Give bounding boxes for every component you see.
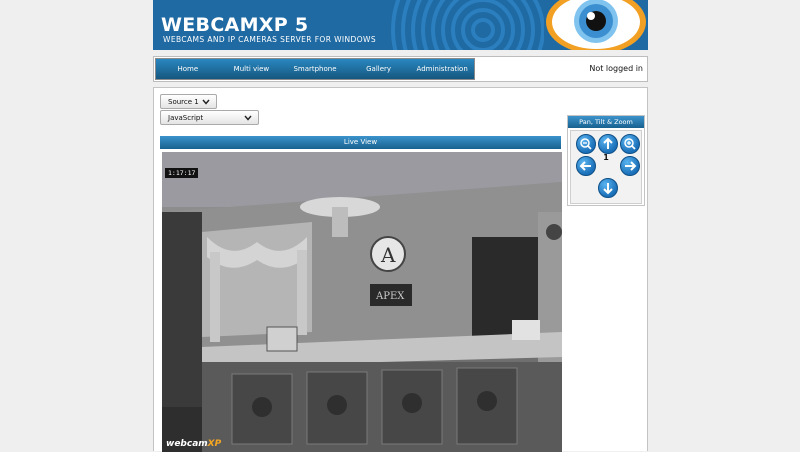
arrow-down-icon[interactable] [598,178,618,198]
page: WEBCAMXP 5 WEBCAMS AND IP CAMERAS SERVER… [153,0,648,452]
header-banner: WEBCAMXP 5 WEBCAMS AND IP CAMERAS SERVER… [153,0,648,50]
source-select-value: Source 1 [168,98,199,106]
ptz-controls: 1 [570,130,642,204]
arrow-right-icon[interactable] [620,156,640,176]
chevron-down-icon [244,112,252,129]
source-select[interactable]: Source 1 [160,94,217,109]
camera-timestamp: 1:17:17 [165,168,199,178]
camera-image: A APEX [162,152,562,452]
zoom-in-icon[interactable] [620,134,640,154]
nav-container: Home Multi view Smartphone Gallery Admin… [153,56,648,82]
watermark-xp: XP [207,439,222,449]
watermark-text: webcam [166,439,208,449]
arrow-left-icon[interactable] [576,156,596,176]
live-view-header: Live View [160,136,561,149]
view-mode-select[interactable]: JavaScript [160,110,259,125]
nav-administration[interactable]: Administration [410,59,474,79]
zoom-out-icon[interactable] [576,134,596,154]
svg-text:APEX: APEX [375,291,405,302]
view-mode-select-value: JavaScript [168,114,204,122]
ptz-preset-number: 1 [603,153,609,162]
nav-gallery[interactable]: Gallery [347,59,411,79]
camera-feed[interactable]: A APEX 1:17:17 webcamXP [162,152,562,452]
app-subtitle: WEBCAMS AND IP CAMERAS SERVER FOR WINDOW… [163,35,377,44]
login-status: Not logged in [589,64,643,73]
svg-text:A: A [380,243,396,267]
nav-smartphone[interactable]: Smartphone [283,59,347,79]
main-nav: Home Multi view Smartphone Gallery Admin… [155,58,475,80]
eye-logo-icon [544,0,648,50]
arrow-up-icon[interactable] [598,134,618,154]
nav-home[interactable]: Home [156,59,220,79]
webcamxp-watermark: webcamXP [166,439,221,449]
nav-multi-view[interactable]: Multi view [220,59,284,79]
ptz-title: Pan, Tilt & Zoom [568,116,644,128]
main-panel: Source 1 JavaScript Live View A APEX 1:1… [153,87,648,452]
app-title: WEBCAMXP 5 [161,14,309,36]
ptz-panel: Pan, Tilt & Zoom 1 [567,115,645,206]
